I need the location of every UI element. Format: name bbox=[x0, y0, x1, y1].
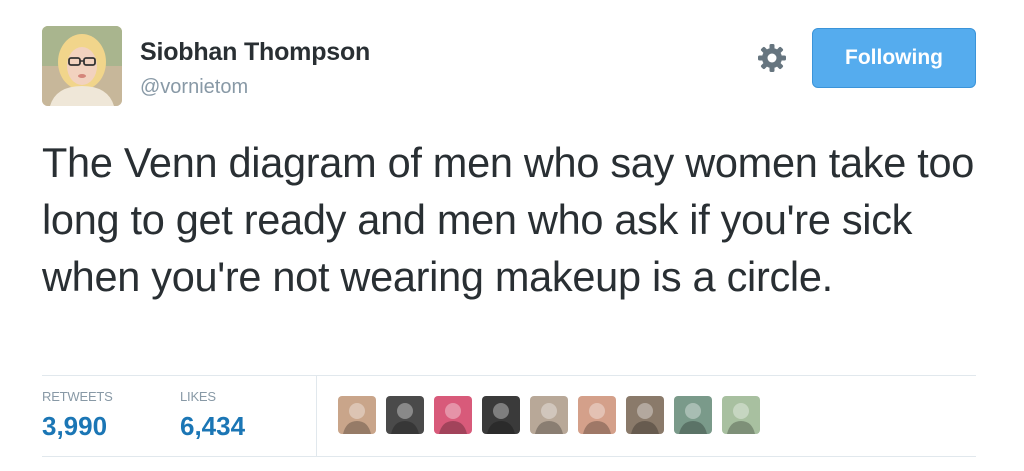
stats-divider-top bbox=[42, 375, 976, 376]
likes-stat[interactable]: LIKES 6,434 bbox=[180, 389, 245, 442]
author-handle[interactable]: @vornietom bbox=[140, 76, 248, 99]
liker-avatar-9-icon[interactable] bbox=[722, 396, 760, 434]
liker-avatar-7-icon[interactable] bbox=[626, 396, 664, 434]
user-avatar-photo-icon bbox=[42, 26, 122, 106]
likes-count: 6,434 bbox=[180, 411, 246, 441]
liker-avatar-3-icon[interactable] bbox=[434, 396, 472, 434]
retweets-stat[interactable]: RETWEETS 3,990 bbox=[42, 389, 113, 442]
stats-divider-bottom bbox=[42, 456, 976, 457]
liker-avatar-8-icon[interactable] bbox=[674, 396, 712, 434]
author-display-name[interactable]: Siobhan Thompson bbox=[140, 38, 370, 67]
retweets-label: RETWEETS bbox=[42, 389, 113, 404]
author-avatar[interactable] bbox=[42, 26, 122, 106]
likes-label: LIKES bbox=[180, 389, 216, 404]
liker-avatar-5-icon[interactable] bbox=[530, 396, 568, 434]
liker-avatar-2-icon[interactable] bbox=[386, 396, 424, 434]
retweets-count: 3,990 bbox=[42, 411, 108, 441]
gear-icon[interactable] bbox=[756, 42, 788, 74]
stats-divider-vertical bbox=[316, 376, 317, 456]
liker-avatar-4-icon[interactable] bbox=[482, 396, 520, 434]
liker-avatar-1-icon[interactable] bbox=[338, 396, 376, 434]
liker-avatar-6-icon[interactable] bbox=[578, 396, 616, 434]
following-button[interactable]: Following bbox=[812, 28, 976, 88]
tweet-text: The Venn diagram of men who say women ta… bbox=[42, 139, 975, 300]
